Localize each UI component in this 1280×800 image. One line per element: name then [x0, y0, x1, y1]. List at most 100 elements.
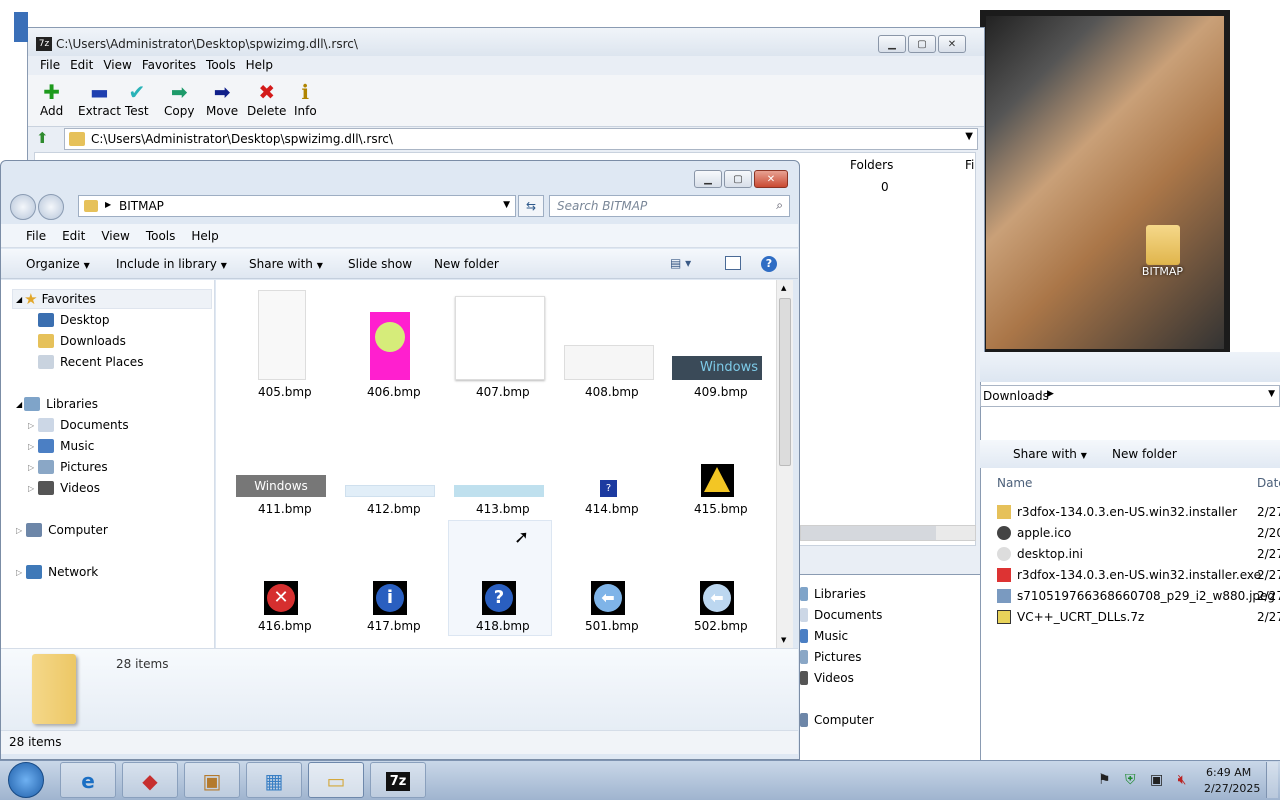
- menu-file[interactable]: File: [40, 58, 60, 72]
- nav-recent-places[interactable]: Recent Places: [38, 352, 143, 372]
- thumb-406[interactable]: [370, 312, 410, 380]
- nav-computer[interactable]: ▷ Computer: [16, 520, 108, 540]
- file-406[interactable]: 406.bmp: [367, 385, 421, 399]
- file-411[interactable]: 411.bmp: [258, 502, 312, 516]
- view-options-icon[interactable]: ▤ ▾: [670, 256, 691, 270]
- thumb-407[interactable]: [455, 296, 545, 380]
- refresh-button[interactable]: ⇆: [518, 195, 544, 217]
- menu-help[interactable]: Help: [246, 58, 273, 72]
- taskbar-7zip-icon[interactable]: 7z: [370, 762, 426, 798]
- file-409[interactable]: 409.bmp: [694, 385, 748, 399]
- menu-view[interactable]: View: [103, 58, 131, 72]
- menu-edit[interactable]: Edit: [70, 58, 93, 72]
- menu-view[interactable]: View: [101, 229, 129, 243]
- search-icon[interactable]: ⌕: [776, 198, 783, 213]
- col-f[interactable]: Fi: [965, 158, 974, 172]
- file-416[interactable]: 416.bmp: [258, 619, 312, 633]
- nav-music[interactable]: Music: [800, 626, 848, 646]
- back-button[interactable]: [10, 194, 36, 220]
- close-button[interactable]: ✕: [754, 170, 788, 188]
- nav-documents[interactable]: ▷ Documents: [28, 415, 129, 435]
- taskbar-explorer-icon[interactable]: ▭: [308, 762, 364, 798]
- info-button[interactable]: ℹ Info: [294, 80, 317, 118]
- show-desktop-button[interactable]: [1266, 762, 1278, 798]
- nav-documents[interactable]: Documents: [800, 605, 882, 625]
- thumb-411[interactable]: Windows: [236, 475, 326, 497]
- share-with-button[interactable]: Share with ▼: [249, 257, 323, 271]
- security-icon[interactable]: ⛨: [1125, 772, 1136, 788]
- move-button[interactable]: ➡ Move: [206, 80, 238, 118]
- chevron-down-icon[interactable]: ▼: [1268, 389, 1275, 399]
- thumb-408[interactable]: [564, 345, 654, 380]
- thumb-501[interactable]: ⬅: [591, 581, 625, 615]
- volume-muted-icon[interactable]: 🔇︎: [1178, 772, 1187, 788]
- thumb-418[interactable]: ?: [482, 581, 516, 615]
- file-414[interactable]: 414.bmp: [585, 502, 639, 516]
- help-icon[interactable]: ?: [761, 256, 777, 272]
- sevenzip-hscroll[interactable]: [800, 525, 976, 541]
- minimize-button[interactable]: ▁: [878, 35, 906, 53]
- forward-button[interactable]: [38, 194, 64, 220]
- menu-tools[interactable]: Tools: [146, 229, 176, 243]
- downloads-share-button[interactable]: Share with ▼: [1013, 447, 1087, 461]
- flag-icon[interactable]: ⚑: [1098, 772, 1111, 788]
- expand-arrow-icon[interactable]: ▷: [28, 421, 34, 430]
- menu-favorites[interactable]: Favorites: [142, 58, 196, 72]
- list-item[interactable]: r3dfox-134.0.3.en-US.win32.installer.exe: [997, 564, 1261, 585]
- nav-computer[interactable]: Computer: [800, 710, 874, 730]
- vertical-scrollbar[interactable]: ▲ ▼: [776, 280, 793, 648]
- file-408[interactable]: 408.bmp: [585, 385, 639, 399]
- file-415[interactable]: 415.bmp: [694, 502, 748, 516]
- menu-tools[interactable]: Tools: [206, 58, 236, 72]
- nav-downloads[interactable]: Downloads: [38, 331, 126, 351]
- expand-arrow-icon[interactable]: ▷: [16, 568, 22, 577]
- nav-libraries[interactable]: Libraries: [800, 584, 866, 604]
- preview-pane-icon[interactable]: [725, 256, 741, 270]
- thumb-417[interactable]: i: [373, 581, 407, 615]
- copy-button[interactable]: ➡ Copy: [164, 80, 194, 118]
- menu-file[interactable]: File: [26, 229, 46, 243]
- file-417[interactable]: 417.bmp: [367, 619, 421, 633]
- clock-date[interactable]: 2/27/2025: [1204, 782, 1260, 795]
- expand-arrow-icon[interactable]: ▷: [28, 442, 34, 451]
- list-item[interactable]: desktop.ini: [997, 543, 1083, 564]
- close-button[interactable]: ✕: [938, 35, 966, 53]
- list-item[interactable]: r3dfox-134.0.3.en-US.win32.installer: [997, 501, 1237, 522]
- thumb-414[interactable]: ?: [600, 480, 617, 497]
- downloads-newfolder-button[interactable]: New folder: [1112, 447, 1177, 461]
- nav-videos[interactable]: Videos: [800, 668, 854, 688]
- test-button[interactable]: ✔ Test: [125, 80, 149, 118]
- slide-show-button[interactable]: Slide show: [348, 257, 412, 271]
- file-502[interactable]: 502.bmp: [694, 619, 748, 633]
- address-bar[interactable]: ▶ BITMAP ▼: [78, 195, 516, 217]
- list-item[interactable]: VC++_UCRT_DLLs.7z: [997, 606, 1144, 627]
- nav-pictures[interactable]: Pictures: [800, 647, 862, 667]
- maximize-button[interactable]: ▢: [724, 170, 752, 188]
- nav-network[interactable]: ▷ Network: [16, 562, 98, 582]
- start-button[interactable]: [8, 762, 44, 798]
- thumb-415[interactable]: [701, 464, 734, 497]
- file-413[interactable]: 413.bmp: [476, 502, 530, 516]
- file-501[interactable]: 501.bmp: [585, 619, 639, 633]
- thumb-416[interactable]: ✕: [264, 581, 298, 615]
- list-item[interactable]: s7105197663686607​08_p29_i2_w880.jpeg: [997, 585, 1275, 606]
- taskbar-r3dfox-icon[interactable]: ◆: [122, 762, 178, 798]
- file-405[interactable]: 405.bmp: [258, 385, 312, 399]
- taskbar-ie-icon[interactable]: e: [60, 762, 116, 798]
- taskbar-control-panel-icon[interactable]: ▦: [246, 762, 302, 798]
- downloads-col-name[interactable]: Name: [997, 476, 1032, 490]
- network-icon[interactable]: ▣: [1150, 772, 1163, 788]
- scroll-thumb[interactable]: [779, 298, 791, 466]
- search-input[interactable]: Search BITMAP ⌕: [549, 195, 790, 217]
- sevenzip-path-combo[interactable]: C:\Users\Administrator\Desktop\spwizimg.…: [64, 128, 978, 150]
- maximize-button[interactable]: ▢: [908, 35, 936, 53]
- menu-help[interactable]: Help: [191, 229, 218, 243]
- downloads-col-date[interactable]: Date: [1257, 476, 1280, 490]
- nav-desktop[interactable]: Desktop: [38, 310, 110, 330]
- desktop-computer-icon[interactable]: [14, 12, 28, 42]
- chevron-down-icon[interactable]: ▼: [503, 200, 510, 210]
- chevron-down-icon[interactable]: ▼: [965, 131, 973, 142]
- organize-button[interactable]: Organize ▼: [26, 257, 90, 271]
- downloads-titlebar[interactable]: [980, 352, 1280, 382]
- taskbar-package-icon[interactable]: ▣: [184, 762, 240, 798]
